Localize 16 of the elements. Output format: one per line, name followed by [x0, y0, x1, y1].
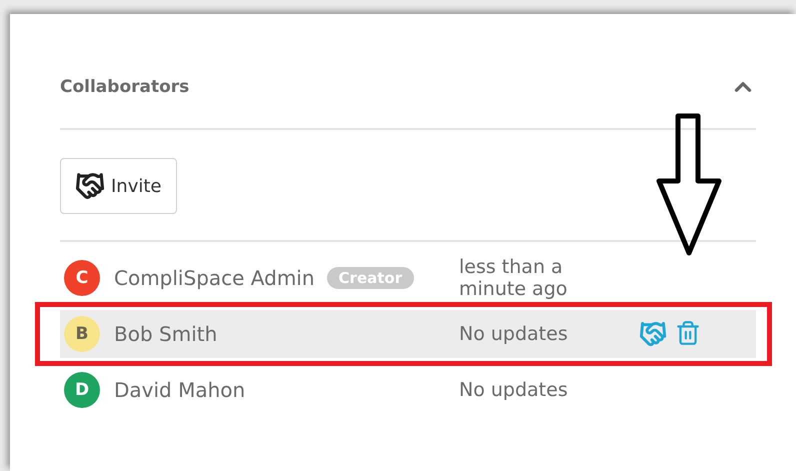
collaborator-row[interactable]: B Bob Smith No updates: [60, 310, 756, 358]
invite-button[interactable]: Invite: [60, 158, 177, 214]
avatar: D: [64, 372, 100, 408]
collaborator-row[interactable]: D David Mahon No updates: [60, 366, 756, 414]
panel-title: Collaborators: [60, 77, 190, 97]
update-status: less than a minute ago: [459, 256, 568, 300]
handshake-icon[interactable]: [639, 320, 667, 348]
collaborator-name: Bob Smith: [114, 322, 218, 346]
update-status: No updates: [459, 379, 569, 401]
collaborator-name: CompliSpace Admin: [114, 266, 315, 290]
avatar: C: [64, 260, 100, 296]
handshake-icon: [75, 171, 105, 201]
delete-icon[interactable]: [675, 320, 701, 348]
collaborator-name: David Mahon: [114, 378, 246, 402]
update-status: No updates: [459, 323, 569, 345]
avatar: B: [64, 316, 100, 352]
